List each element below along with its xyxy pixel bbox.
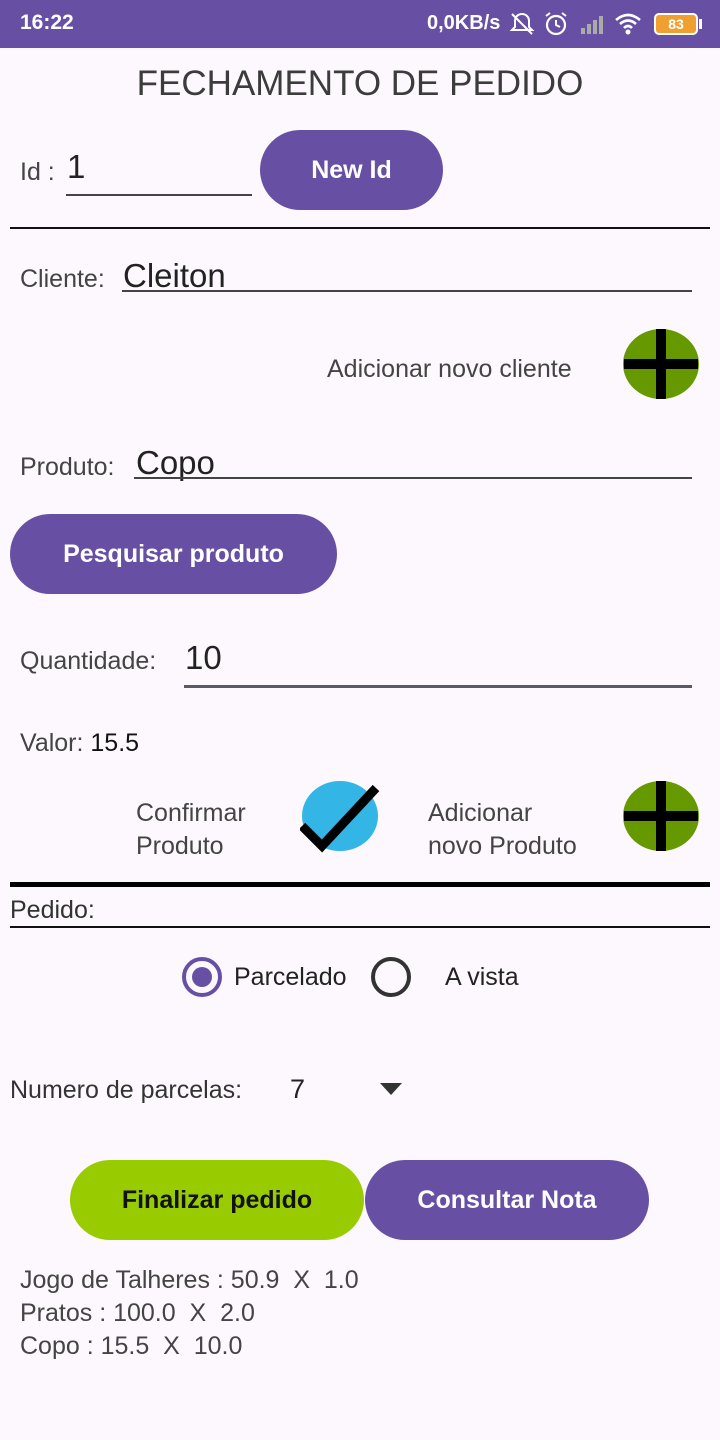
list-item: Copo : 15.5 X 10.0 [20, 1332, 243, 1360]
quantidade-value: 10 [185, 639, 222, 676]
parcelas-value: 7 [290, 1074, 306, 1104]
valor-value: 15.5 [90, 729, 140, 757]
add-product-label: Adicionar novo Produto [428, 799, 577, 860]
list-item: Jogo de Talheres : 50.9 X 1.0 [20, 1266, 359, 1294]
id-value: 1 [67, 148, 86, 185]
battery-level: 83 [668, 16, 684, 32]
signal-icon [581, 16, 603, 34]
finalizar-pedido-button[interactable]: Finalizar pedido [70, 1160, 364, 1240]
battery-icon: 83 [654, 13, 698, 35]
items-list: Jogo de Talheres : 50.9 X 1.0 Pratos : 1… [20, 1264, 359, 1363]
quantidade-label: Quantidade: [20, 647, 157, 675]
new-id-button[interactable]: New Id [260, 130, 443, 210]
page-title: FECHAMENTO DE PEDIDO [136, 64, 584, 103]
produto-field[interactable]: Copo [134, 443, 692, 481]
parcelas-dropdown[interactable]: 7 [280, 1064, 410, 1116]
list-item: Pratos : 100.0 X 2.0 [20, 1299, 255, 1327]
id-field[interactable]: 1 [66, 148, 252, 196]
id-underline [66, 194, 252, 196]
status-bar: 16:22 0,0KB/s 83 [0, 0, 720, 48]
alarm-icon [545, 12, 567, 36]
radio-parcelado-circle [182, 957, 222, 997]
divider-top [10, 227, 710, 229]
divider-thick [10, 882, 710, 887]
radio-a-vista-label[interactable]: A vista [445, 963, 519, 992]
status-network-speed: 0,0KB/s [427, 12, 501, 34]
status-time: 16:22 [20, 11, 74, 34]
pedido-label: Pedido: [10, 896, 95, 924]
valor-row: Valor: 15.5 [20, 729, 139, 758]
add-product-plus-icon[interactable] [622, 780, 700, 852]
produto-label: Produto: [20, 453, 115, 481]
consultar-nota-button[interactable]: Consultar Nota [365, 1160, 649, 1240]
add-cliente-plus-icon[interactable] [622, 328, 700, 400]
cliente-field[interactable]: Cleiton [122, 256, 692, 294]
id-label: Id : [20, 158, 55, 186]
radio-parcelado-dot [192, 967, 212, 987]
parcelas-label: Numero de parcelas: [10, 1076, 243, 1104]
confirm-product-check-icon[interactable] [300, 780, 380, 854]
wifi-icon [615, 13, 641, 35]
search-product-button[interactable]: Pesquisar produto [10, 514, 337, 594]
produto-underline [134, 477, 692, 479]
radio-a-vista-circle [371, 957, 411, 997]
valor-label: Valor: [20, 729, 84, 757]
cliente-label: Cliente: [20, 265, 105, 293]
radio-parcelado[interactable] [182, 957, 222, 997]
cliente-underline [122, 290, 692, 292]
add-cliente-label: Adicionar novo cliente [327, 355, 572, 383]
notifications-off-icon [509, 12, 535, 35]
radio-parcelado-label[interactable]: Parcelado [234, 963, 347, 992]
confirm-product-label: Confirmar Produto [136, 799, 246, 860]
radio-a-vista[interactable] [371, 957, 411, 997]
pedido-underline [10, 926, 710, 928]
quantidade-field[interactable]: 10 [184, 638, 692, 690]
battery-tip [699, 19, 702, 29]
quantidade-underline [184, 685, 692, 688]
dropdown-arrow-icon [380, 1083, 402, 1095]
